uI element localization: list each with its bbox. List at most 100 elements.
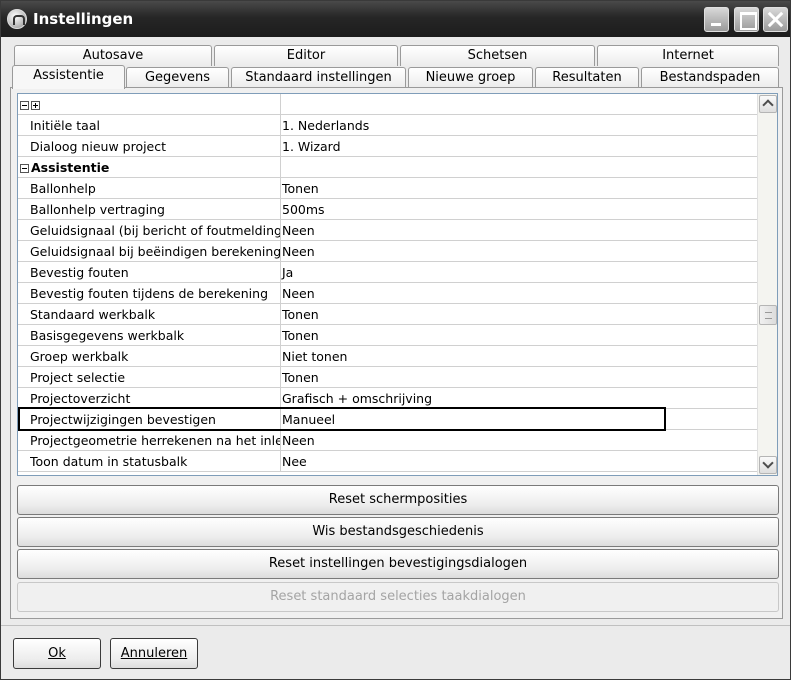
footer-divider <box>1 625 790 626</box>
table-row[interactable]: Initiële taal 1. Nederlands <box>18 115 757 136</box>
tab-schetsen[interactable]: Schetsen <box>400 45 595 66</box>
column-divider <box>280 157 281 178</box>
reset-default-selections-button: Reset standaard selecties taakdialogen <box>17 582 779 612</box>
property-name: Assistentie <box>20 160 270 175</box>
property-name-text: Groep werkbalk <box>30 349 129 364</box>
table-row[interactable]: Geluidsignaal (bij bericht of foutmeldin… <box>18 220 757 241</box>
property-value[interactable]: Neen <box>282 286 315 301</box>
column-divider <box>280 220 281 241</box>
reset-screen-positions-button[interactable]: Reset schermposities <box>17 485 779 515</box>
table-row[interactable]: Groep werkbalk Niet tonen <box>18 346 757 367</box>
tab-bestandspaden[interactable]: Bestandspaden <box>641 67 779 88</box>
maximize-button[interactable] <box>734 7 759 32</box>
property-name: Dialoog nieuw project <box>30 139 280 154</box>
property-value[interactable]: Nee <box>282 454 307 469</box>
property-name-text: Bevestig fouten tijdens de berekening <box>30 286 269 301</box>
tab-editor[interactable]: Editor <box>214 45 398 66</box>
ok-button[interactable]: Ok <box>13 638 101 669</box>
property-name-text: Dialoog nieuw project <box>30 139 167 154</box>
column-divider <box>280 325 281 346</box>
tab-gegevens[interactable]: Gegevens <box>126 67 229 88</box>
property-value[interactable]: Niet tonen <box>282 349 347 364</box>
property-value[interactable]: 1. Wizard <box>282 139 341 154</box>
property-grid[interactable]: Initiële taal 1. Nederlands Dialoog nieuw … <box>17 93 778 476</box>
property-name: Project selectie <box>30 370 280 385</box>
tab-nieuwe-groep[interactable]: Nieuwe groep <box>408 67 533 88</box>
property-name-text: Assistentie <box>31 160 110 175</box>
property-value[interactable]: Ja <box>282 265 293 280</box>
scroll-down-icon[interactable] <box>759 456 777 474</box>
property-name: Groep werkbalk <box>30 349 280 364</box>
property-value[interactable]: Neen <box>282 433 315 448</box>
property-name: Initiële taal <box>30 118 280 133</box>
vertical-scrollbar[interactable] <box>757 94 777 475</box>
reset-confirm-dialogs-button[interactable]: Reset instellingen bevestigingsdialogen <box>17 549 779 579</box>
ok-label: Ok <box>48 646 66 661</box>
column-divider <box>280 115 281 136</box>
collapse-icon[interactable] <box>20 164 29 173</box>
collapse-all-icon[interactable] <box>20 101 29 110</box>
property-name-text: Projectgeometrie herrekenen na het inlez… <box>30 433 280 448</box>
table-row[interactable]: Geluidsignaal bij beëindigen berekening N… <box>18 241 757 262</box>
close-button[interactable] <box>763 7 788 32</box>
table-row[interactable]: Toon datum in statusbalk Nee <box>18 451 757 472</box>
property-name: Geluidsignaal (bij bericht of foutmeldin… <box>30 223 280 238</box>
tab-row-back: Autosave Editor Schetsen Internet <box>1 45 790 66</box>
property-name-text: Geluidsignaal bij beëindigen berekening <box>30 244 280 259</box>
column-divider <box>280 199 281 220</box>
property-value[interactable]: Tonen <box>282 370 319 385</box>
property-value[interactable]: 1. Nederlands <box>282 118 369 133</box>
column-divider <box>280 430 281 451</box>
cancel-button[interactable]: Annuleren <box>110 638 198 669</box>
table-row[interactable]: Projectgeometrie herrekenen na het inlez… <box>18 430 757 451</box>
title-bar[interactable]: Instellingen <box>1 1 790 37</box>
table-row[interactable]: Ballonhelp Tonen <box>18 178 757 199</box>
property-name-text: Toon datum in statusbalk <box>30 454 188 469</box>
column-divider <box>280 262 281 283</box>
property-value[interactable]: 500ms <box>282 202 325 217</box>
column-divider <box>280 136 281 157</box>
property-name: Toon datum in statusbalk <box>30 454 280 469</box>
settings-window: Instellingen Autosave Editor Schetsen In… <box>0 0 791 680</box>
property-value[interactable]: Grafisch + omschrijving <box>282 391 432 406</box>
cancel-label: Annuleren <box>120 646 188 661</box>
property-value[interactable]: Neen <box>282 244 315 259</box>
column-divider <box>280 283 281 304</box>
expand-all-icon[interactable] <box>31 101 40 110</box>
property-name-text: Bevestig fouten <box>30 265 129 280</box>
app-logo-icon <box>7 9 27 29</box>
tab-autosave[interactable]: Autosave <box>14 45 212 66</box>
tab-standaard-instellingen[interactable]: Standaard instellingen <box>231 67 406 88</box>
table-row[interactable]: Project selectie Tonen <box>18 367 757 388</box>
property-value[interactable]: Neen <box>282 223 315 238</box>
tab-resultaten[interactable]: Resultaten <box>535 67 639 88</box>
property-value[interactable]: Tonen <box>282 328 319 343</box>
property-name: Basisgegevens werkbalk <box>30 328 280 343</box>
table-row[interactable]: Projectoverzicht Grafisch + omschrijving <box>18 388 757 409</box>
table-row[interactable]: Standaard werkbalk Tonen <box>18 304 757 325</box>
table-row[interactable]: Bevestig fouten Ja <box>18 262 757 283</box>
tab-internet[interactable]: Internet <box>597 45 779 66</box>
table-row[interactable]: Basisgegevens werkbalk Tonen <box>18 325 757 346</box>
property-name-text: Projectoverzicht <box>30 391 131 406</box>
property-name: Bevestig fouten <box>30 265 280 280</box>
column-divider <box>280 178 281 199</box>
table-row[interactable]: Dialoog nieuw project 1. Wizard <box>18 136 757 157</box>
property-name-text: Project selectie <box>30 370 126 385</box>
scroll-thumb[interactable] <box>759 305 777 325</box>
property-name: Standaard werkbalk <box>30 307 280 322</box>
property-name-text: Ballonhelp <box>30 181 96 196</box>
property-name-text: Basisgegevens werkbalk <box>30 328 185 343</box>
minimize-button[interactable] <box>704 7 729 32</box>
property-value[interactable]: Tonen <box>282 307 319 322</box>
tab-row-front: Assistentie Gegevens Standaard instellin… <box>1 65 790 89</box>
property-value[interactable]: Tonen <box>282 181 319 196</box>
window-title: Instellingen <box>33 10 134 28</box>
category-row[interactable]: Assistentie <box>18 157 757 178</box>
grid-toolbar-row <box>18 94 757 115</box>
tab-assistentie[interactable]: Assistentie <box>12 65 125 89</box>
table-row[interactable]: Bevestig fouten tijdens de berekening Nee… <box>18 283 757 304</box>
table-row[interactable]: Ballonhelp vertraging 500ms <box>18 199 757 220</box>
scroll-up-icon[interactable] <box>759 95 777 113</box>
clear-file-history-button[interactable]: Wis bestandsgeschiedenis <box>17 517 779 547</box>
